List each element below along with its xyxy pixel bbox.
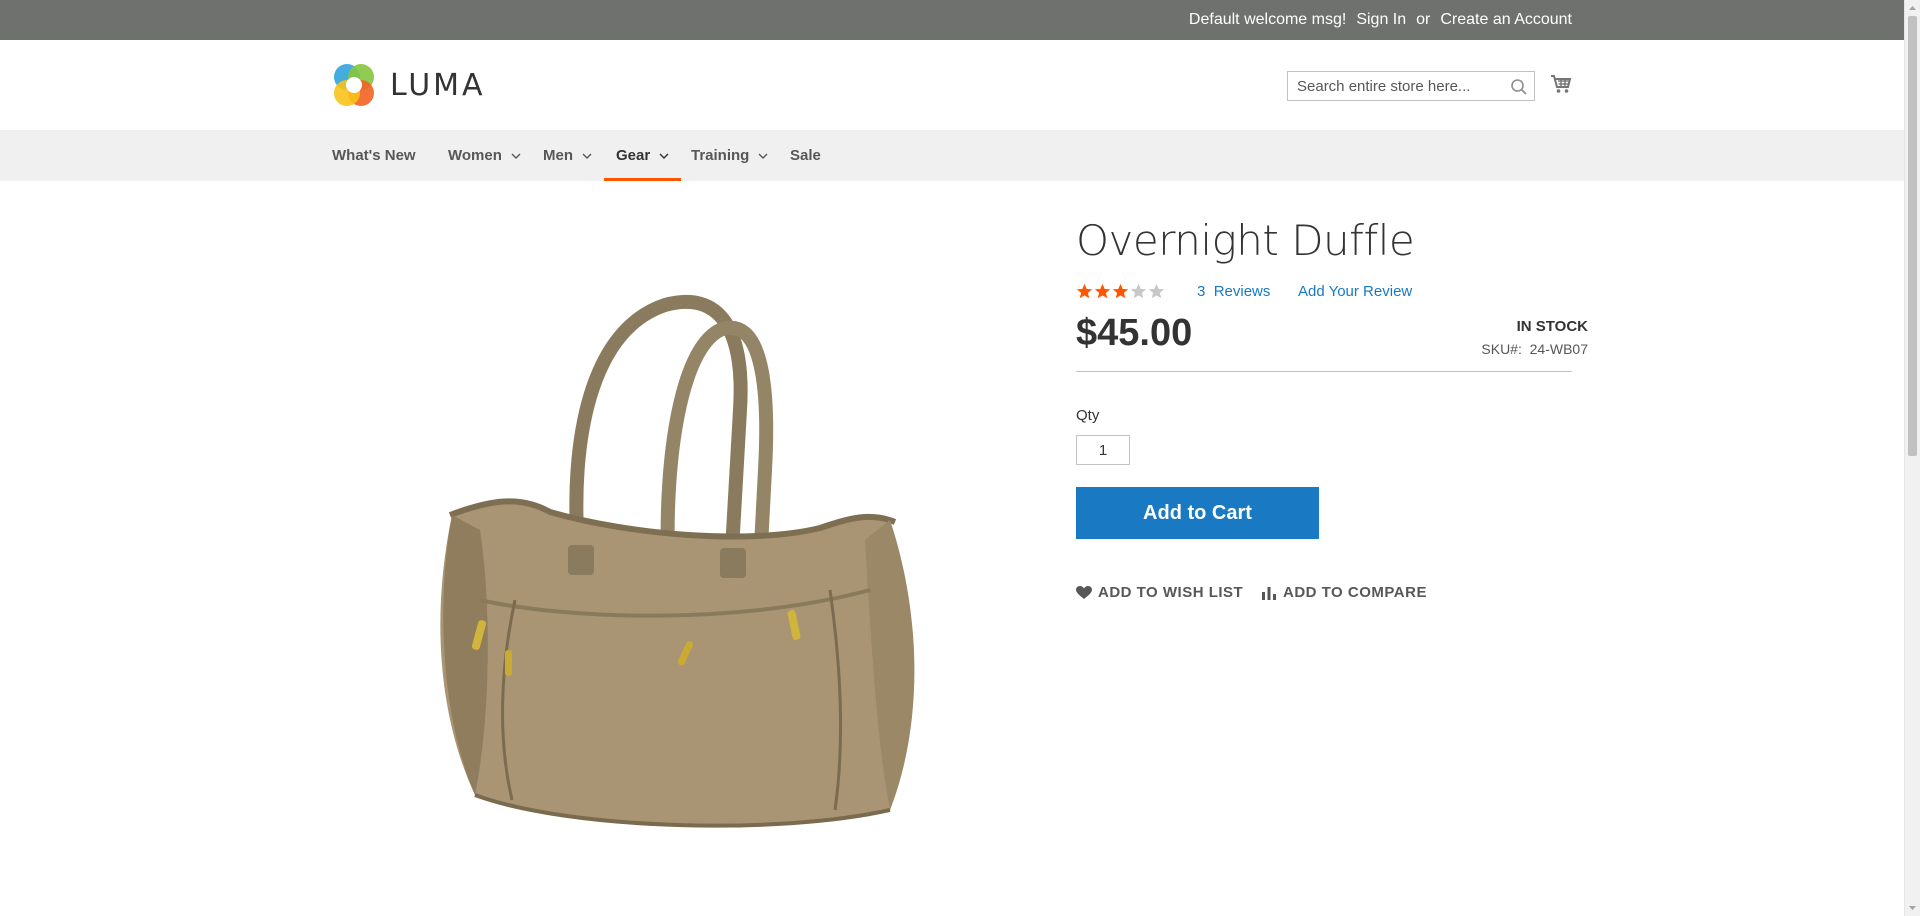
nav-item-label: What's New bbox=[332, 147, 416, 164]
product-sku: SKU#: 24-WB07 bbox=[1481, 341, 1588, 357]
add-to-wishlist-link[interactable]: Add to Wish List bbox=[1076, 584, 1243, 601]
heart-icon bbox=[1076, 585, 1092, 599]
divider bbox=[1076, 371, 1572, 372]
qty-label: Qty bbox=[1076, 407, 1100, 424]
add-to-compare-link[interactable]: Add to Compare bbox=[1261, 584, 1427, 601]
add-review-link[interactable]: Add Your Review bbox=[1298, 283, 1412, 300]
star-filled-icon bbox=[1076, 283, 1093, 299]
add-to-wishlist-label: Add to Wish List bbox=[1098, 584, 1244, 601]
nav-item-men[interactable]: Men bbox=[543, 130, 592, 181]
chevron-down-icon bbox=[511, 153, 521, 159]
nav-item-gear[interactable]: Gear bbox=[603, 130, 682, 181]
welcome-message: Default welcome msg! bbox=[1188, 11, 1347, 28]
sign-in-link[interactable]: Sign In bbox=[1356, 11, 1406, 29]
star-empty-icon bbox=[1130, 283, 1147, 299]
reviews-link[interactable]: 3 Reviews bbox=[1197, 283, 1270, 300]
chevron-down-icon bbox=[582, 153, 592, 159]
star-filled-icon bbox=[1112, 283, 1129, 299]
scrollbar-thumb[interactable] bbox=[1908, 16, 1917, 456]
or-text: or bbox=[1416, 11, 1431, 28]
scroll-up-arrow-icon[interactable] bbox=[1908, 3, 1917, 13]
nav-item-label: Women bbox=[448, 147, 502, 164]
add-to-compare-label: Add to Compare bbox=[1283, 584, 1427, 601]
qty-input[interactable] bbox=[1076, 435, 1130, 465]
create-account-link[interactable]: Create an Account bbox=[1440, 11, 1572, 29]
search-box bbox=[1287, 71, 1535, 101]
main-navigation: What's New Women Men Gear Training Sale bbox=[0, 130, 1904, 181]
product-price: $45.00 bbox=[1076, 312, 1193, 354]
nav-item-label: Gear bbox=[616, 147, 651, 164]
add-to-cart-button[interactable]: Add to Cart bbox=[1076, 487, 1319, 539]
chevron-down-icon bbox=[659, 153, 669, 159]
page-scrollbar[interactable] bbox=[1904, 0, 1920, 916]
star-empty-icon bbox=[1148, 283, 1165, 299]
search-icon[interactable] bbox=[1510, 78, 1528, 96]
product-rating bbox=[1076, 283, 1165, 300]
nav-item-label: Men bbox=[543, 147, 573, 164]
site-header: LUMA bbox=[0, 40, 1904, 130]
chevron-down-icon bbox=[758, 153, 768, 159]
product-title: Overnight Duffle bbox=[1076, 216, 1415, 265]
nav-item-whats-new[interactable]: What's New bbox=[332, 130, 416, 181]
logo-text: LUMA bbox=[390, 67, 486, 103]
cart-icon[interactable] bbox=[1550, 73, 1572, 95]
scroll-down-arrow-icon[interactable] bbox=[1908, 903, 1917, 913]
top-bar: Default welcome msg! Sign In or Create a… bbox=[0, 0, 1904, 40]
star-filled-icon bbox=[1094, 283, 1111, 299]
logo[interactable]: LUMA bbox=[332, 62, 486, 108]
nav-item-women[interactable]: Women bbox=[448, 130, 521, 181]
nav-item-training[interactable]: Training bbox=[691, 130, 768, 181]
rating-stars bbox=[1076, 283, 1165, 300]
sku-value: 24-WB07 bbox=[1529, 341, 1588, 357]
reviews-label: Reviews bbox=[1213, 283, 1271, 300]
nav-item-sale[interactable]: Sale bbox=[790, 130, 821, 181]
sku-label: SKU#: bbox=[1481, 341, 1522, 357]
product-image[interactable] bbox=[420, 290, 960, 850]
header-links: Default welcome msg! Sign In or Create a… bbox=[1189, 0, 1572, 40]
search-input[interactable] bbox=[1288, 72, 1507, 100]
nav-item-label: Training bbox=[691, 147, 750, 164]
stock-status: In stock bbox=[1516, 318, 1588, 335]
reviews-count: 3 bbox=[1197, 283, 1206, 300]
compare-icon bbox=[1262, 586, 1276, 600]
luma-logo-icon bbox=[334, 64, 374, 106]
nav-item-label: Sale bbox=[790, 147, 821, 164]
